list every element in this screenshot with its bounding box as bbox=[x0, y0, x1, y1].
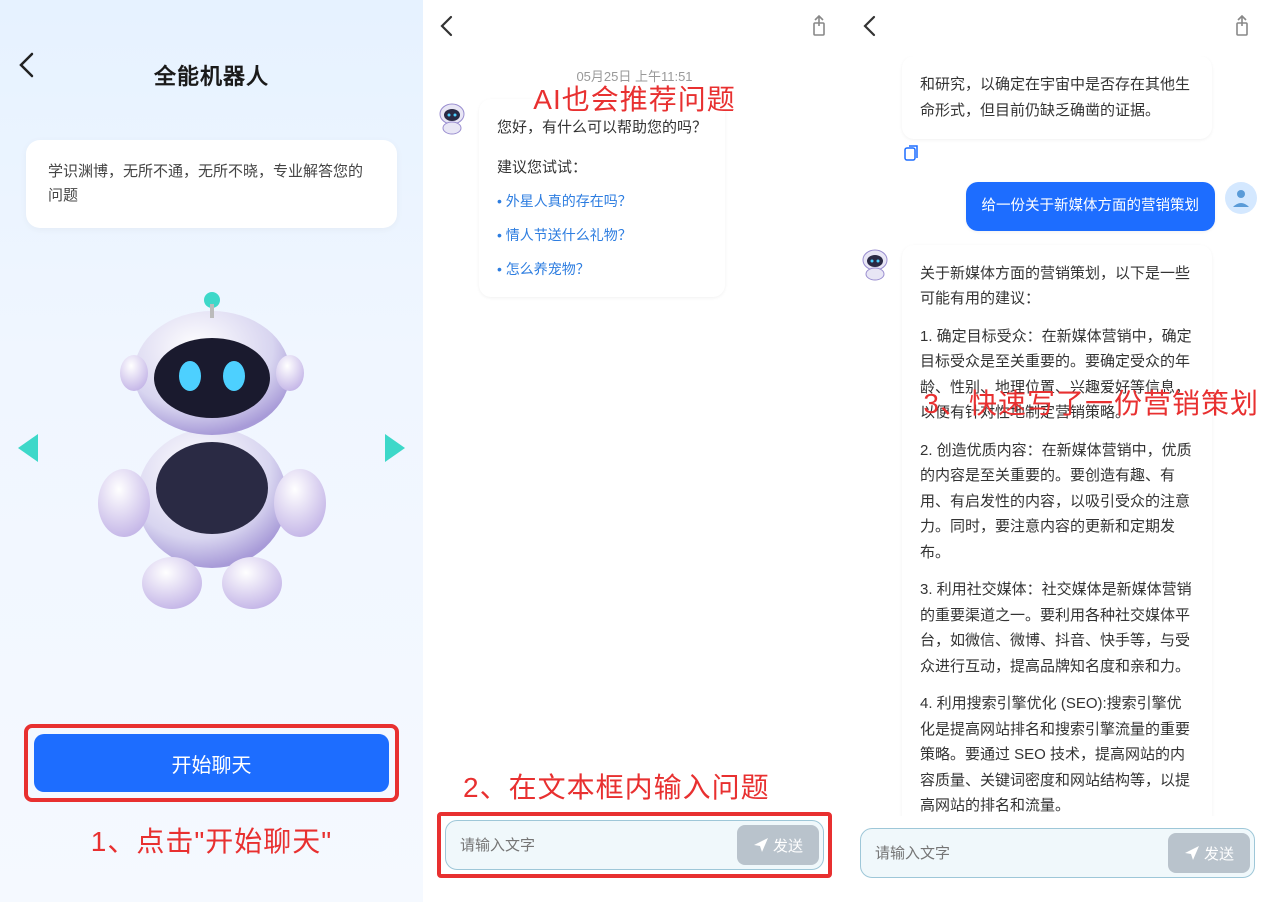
user-message-row: 给一份关于新媒体方面的营销策划 bbox=[858, 182, 1257, 231]
panel-chat-empty: 05月25日 上午11:51 AI也会推荐问题 您好，有什么可以帮助您的吗？ 建… bbox=[423, 0, 846, 902]
send-button[interactable]: 发送 bbox=[737, 825, 819, 865]
share-icon[interactable] bbox=[1231, 15, 1253, 42]
input-bar: 发送 bbox=[860, 828, 1255, 878]
bot-answer-bubble: 关于新媒体方面的营销策划，以下是一些可能有用的建议： 1. 确定目标受众：在新媒… bbox=[902, 245, 1212, 816]
bot-greeting-row: 您好，有什么可以帮助您的吗？ 建议您试试： 外星人真的存在吗？ 情人节送什么礼物… bbox=[435, 99, 834, 297]
user-avatar-icon bbox=[1225, 182, 1257, 214]
annotation-2-top: AI也会推荐问题 bbox=[423, 78, 846, 118]
back-icon[interactable] bbox=[18, 52, 34, 85]
start-button-highlight: 开始聊天 bbox=[24, 724, 399, 802]
carousel-next-icon[interactable] bbox=[385, 434, 405, 462]
answer-point: 2. 创造优质内容：在新媒体营销中，优质的内容是至关重要的。要创造有趣、有用、有… bbox=[920, 438, 1194, 566]
copy-icon[interactable] bbox=[902, 145, 1269, 168]
suggestion-link[interactable]: 外星人真的存在吗？ bbox=[497, 190, 707, 214]
user-bubble: 给一份关于新媒体方面的营销策划 bbox=[966, 182, 1216, 231]
suggestion-title: 建议您试试： bbox=[497, 155, 707, 181]
annotation-3: 3、快速写了一份营销策划 bbox=[923, 382, 1259, 422]
bot-partial-bubble: 和研究，以确定在宇宙中是否存在其他生命形式，但目前仍缺乏确凿的证据。 bbox=[902, 56, 1212, 139]
send-icon bbox=[1184, 845, 1200, 861]
answer-intro: 关于新媒体方面的营销策划，以下是一些可能有用的建议： bbox=[920, 261, 1194, 312]
input-bar-wrap: 发送 bbox=[860, 828, 1255, 878]
bot-avatar-icon bbox=[858, 247, 892, 281]
intro-card: 学识渊博，无所不通，无所不晓，专业解答您的问题 bbox=[26, 140, 397, 228]
header bbox=[846, 0, 1269, 56]
input-highlight: 发送 bbox=[437, 812, 832, 878]
suggestion-link[interactable]: 怎么养宠物？ bbox=[497, 258, 707, 282]
annotation-2-bottom: 2、在文本框内输入问题 bbox=[463, 766, 770, 806]
send-button[interactable]: 发送 bbox=[1168, 833, 1250, 873]
chat-scroll: 和研究，以确定在宇宙中是否存在其他生命形式，但目前仍缺乏确凿的证据。 给一份关于… bbox=[846, 56, 1269, 816]
back-icon[interactable] bbox=[439, 12, 453, 44]
message-input[interactable] bbox=[460, 837, 737, 854]
page-title: 全能机器人 bbox=[154, 59, 269, 91]
robot-stage bbox=[0, 238, 423, 658]
header bbox=[423, 0, 846, 56]
send-label: 发送 bbox=[773, 835, 803, 856]
bot-greeting-bubble: 您好，有什么可以帮助您的吗？ 建议您试试： 外星人真的存在吗？ 情人节送什么礼物… bbox=[479, 99, 725, 297]
start-chat-button[interactable]: 开始聊天 bbox=[34, 734, 389, 792]
suggestion-link[interactable]: 情人节送什么礼物？ bbox=[497, 224, 707, 248]
message-input[interactable] bbox=[875, 845, 1168, 862]
bot-answer-row: 关于新媒体方面的营销策划，以下是一些可能有用的建议： 1. 确定目标受众：在新媒… bbox=[858, 245, 1257, 816]
back-icon[interactable] bbox=[862, 12, 876, 44]
send-icon bbox=[753, 837, 769, 853]
carousel-prev-icon[interactable] bbox=[18, 434, 38, 462]
greeting-text: 您好，有什么可以帮助您的吗？ bbox=[497, 115, 707, 141]
panel-intro: 全能机器人 学识渊博，无所不通，无所不晓，专业解答您的问题 bbox=[0, 0, 423, 902]
header: 全能机器人 bbox=[0, 0, 423, 120]
share-icon[interactable] bbox=[808, 15, 830, 42]
answer-point: 3. 利用社交媒体：社交媒体是新媒体营销的重要渠道之一。要利用各种社交媒体平台，… bbox=[920, 577, 1194, 679]
send-label: 发送 bbox=[1204, 843, 1234, 864]
bot-message-row: 和研究，以确定在宇宙中是否存在其他生命形式，但目前仍缺乏确凿的证据。 bbox=[858, 56, 1257, 139]
annotation-1: 1、点击"开始聊天" bbox=[0, 820, 423, 860]
panel-chat-answer: 和研究，以确定在宇宙中是否存在其他生命形式，但目前仍缺乏确凿的证据。 给一份关于… bbox=[846, 0, 1269, 902]
answer-point: 4. 利用搜索引擎优化 (SEO):搜索引擎优化是提高网站排名和搜索引擎流量的重… bbox=[920, 691, 1194, 816]
input-bar: 发送 bbox=[445, 820, 824, 870]
robot-image bbox=[62, 278, 362, 618]
